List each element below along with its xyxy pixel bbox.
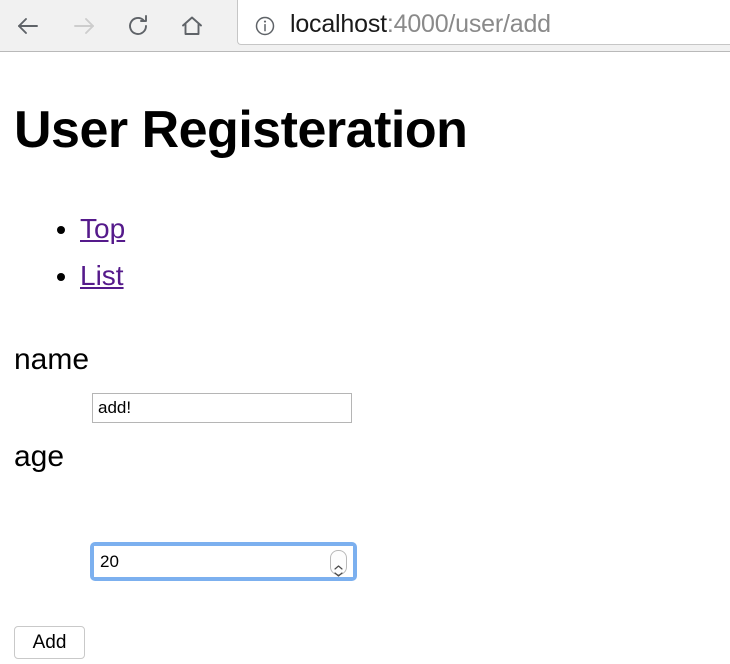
- info-circle-icon[interactable]: [254, 15, 276, 37]
- arrow-right-icon: [71, 13, 97, 39]
- home-button[interactable]: [172, 6, 212, 46]
- arrow-left-icon: [15, 13, 41, 39]
- address-bar-text: localhost:4000/user/add: [290, 10, 551, 38]
- address-bar-path: :4000/user/add: [386, 10, 551, 38]
- page-title: User Registeration: [14, 101, 468, 159]
- add-button[interactable]: Add: [14, 626, 85, 659]
- address-bar[interactable]: localhost:4000/user/add: [237, 0, 730, 45]
- nav-link-list: Top List: [0, 205, 125, 299]
- forward-button[interactable]: [64, 6, 104, 46]
- nav-link-list[interactable]: List: [80, 260, 124, 291]
- home-icon: [179, 13, 205, 39]
- address-bar-host: localhost: [290, 10, 387, 38]
- nav-link-top[interactable]: Top: [80, 213, 125, 244]
- age-input-focus-ring: [90, 542, 357, 581]
- age-number-spinner[interactable]: [330, 550, 347, 577]
- name-input[interactable]: [92, 393, 352, 423]
- back-button[interactable]: [8, 6, 48, 46]
- age-input[interactable]: [94, 546, 353, 577]
- browser-toolbar: localhost:4000/user/add: [0, 0, 730, 52]
- reload-button[interactable]: [118, 6, 158, 46]
- chevron-up-icon[interactable]: [334, 557, 343, 570]
- age-field-label: age: [14, 440, 65, 473]
- chevron-down-icon[interactable]: [334, 564, 343, 577]
- list-item: Top: [80, 205, 125, 252]
- list-item: List: [80, 252, 125, 299]
- reload-icon: [125, 13, 151, 39]
- page-content: User Registeration Top List name age Add: [0, 53, 730, 664]
- name-field-label: name: [14, 343, 90, 376]
